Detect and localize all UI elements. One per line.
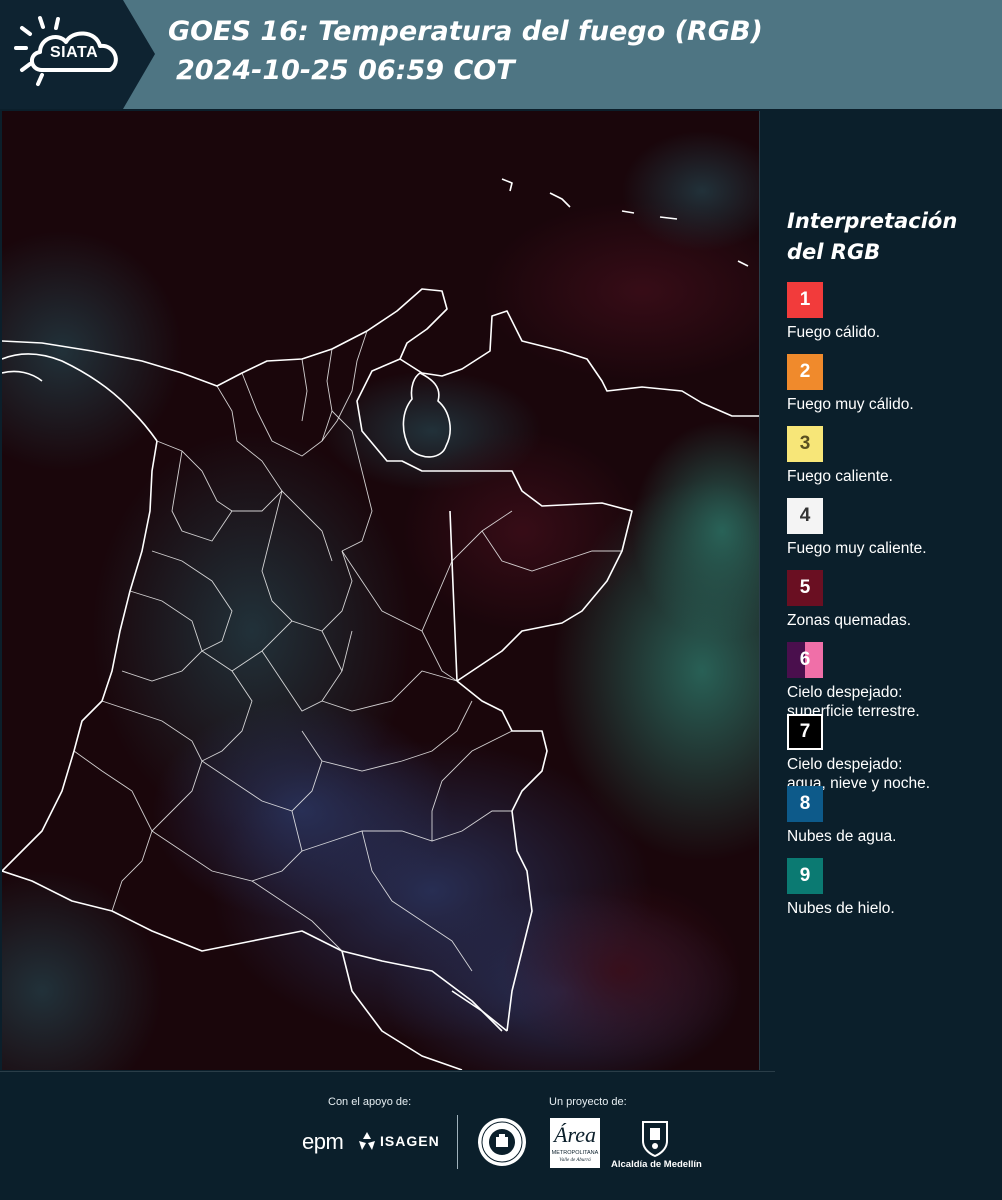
legend-swatch: 3 [787, 426, 823, 462]
sponsor-divider [457, 1115, 458, 1169]
footer-divider-line [0, 1071, 775, 1072]
legend-number: 8 [799, 793, 811, 814]
legend-label-line1: Cielo despejado: [787, 756, 903, 773]
satellite-map[interactable] [2, 111, 760, 1070]
legend-number: 7 [799, 721, 811, 742]
legend-label-line1: Nubes de agua. [787, 828, 897, 845]
legend-label: Fuego caliente. [787, 467, 997, 486]
legend-label-line1: Zonas quemadas. [787, 612, 912, 629]
legend-label-line1: Fuego muy caliente. [787, 540, 927, 557]
satellite-map-canvas [2, 131, 759, 1070]
legend-swatch: 9 [787, 858, 823, 894]
legend-number: 5 [799, 577, 811, 598]
legend-label-line1: Fuego cálido. [787, 324, 881, 341]
legend-swatch: 6 [787, 642, 823, 678]
epm-logo: epm [302, 1129, 344, 1154]
alcaldia-logo-text: Alcaldía de Medellín [611, 1159, 702, 1170]
legend-number: 3 [799, 433, 811, 454]
legend-swatch: 8 [787, 786, 823, 822]
legend-label: Fuego muy caliente. [787, 539, 997, 558]
legend-number: 4 [799, 505, 811, 526]
amva-logo-letter: Área [554, 1122, 596, 1147]
legend-number: 1 [799, 289, 811, 310]
legend-title-line2: del RGB [787, 240, 881, 264]
project-label: Un proyecto de: [549, 1096, 627, 1108]
legend-label: Nubes de agua. [787, 827, 997, 846]
legend-label-line1: Nubes de hielo. [787, 900, 895, 917]
legend-label: Fuego cálido. [787, 323, 997, 342]
legend-label: Nubes de hielo. [787, 899, 997, 918]
legend-swatch: 7 [787, 714, 823, 750]
header: SIATA GOES 16: Temperatura del fuego (RG… [0, 0, 1002, 109]
legend-number: 2 [799, 361, 811, 382]
amva-logo-sub: Valle de Aburrá [559, 1158, 591, 1163]
legend-label: Fuego muy cálido. [787, 395, 997, 414]
amva-logo-name: METROPOLITANA [551, 1150, 599, 1156]
legend-swatch: 2 [787, 354, 823, 390]
siata-logo-text: SIATA [50, 44, 99, 61]
imagery-tones [2, 131, 759, 1070]
footer: Con el apoyo de: Un proyecto de: epm ISA… [0, 1071, 1002, 1200]
legend-label-line1: Fuego caliente. [787, 468, 893, 485]
university-seal-icon [478, 1118, 526, 1166]
page-timestamp: 2024-10-25 06:59 COT [176, 55, 515, 86]
legend-label: Zonas quemadas. [787, 611, 997, 630]
legend-title-line1: Interpretación [787, 209, 958, 233]
legend-swatch: 5 [787, 570, 823, 606]
alcaldia-crest-icon [642, 1121, 668, 1157]
legend-number: 9 [799, 865, 811, 886]
isagen-logo: ISAGEN [380, 1133, 440, 1149]
support-label: Con el apoyo de: [328, 1096, 412, 1108]
legend-swatch: 1 [787, 282, 823, 318]
legend-swatch: 4 [787, 498, 823, 534]
legend-title: Interpretación del RGB [787, 206, 992, 268]
isagen-mark-icon [359, 1132, 375, 1150]
legend: Interpretación del RGB [787, 206, 997, 268]
amva-logo: Área METROPOLITANA Valle de Aburrá [550, 1118, 600, 1168]
legend-number: 6 [799, 649, 811, 670]
legend-label-line1: Fuego muy cálido. [787, 396, 914, 413]
legend-label-line1: Cielo despejado: [787, 684, 903, 701]
page-title: GOES 16: Temperatura del fuego (RGB) [168, 16, 763, 47]
